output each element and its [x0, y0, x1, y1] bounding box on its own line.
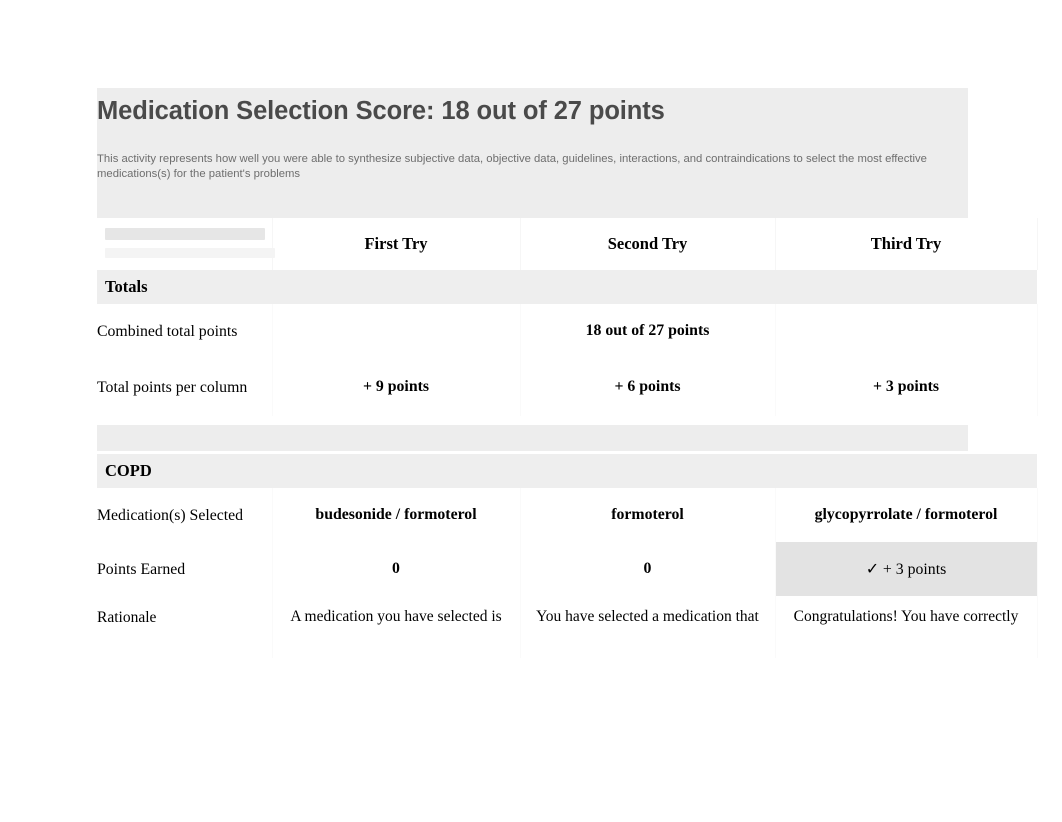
header-corner-cell: [97, 218, 275, 270]
row-label-total-points-per-column: Total points per column: [97, 378, 248, 396]
medication-selection-score-table: First Try Second Try Third Try Totals Co…: [97, 218, 1038, 658]
column-header-second-try: Second Try: [519, 218, 776, 270]
section-header-totals: Totals: [97, 270, 1037, 304]
activity-description: This activity represents how well you we…: [97, 153, 927, 180]
section-header-copd-label: COPD: [97, 454, 1037, 488]
cell-rationale-second-try: You have selected a medication that: [519, 596, 776, 658]
section-header-totals-label: Totals: [97, 270, 1037, 304]
cell-points-earned-second-try: 0: [519, 542, 776, 596]
table-row: Total points per column + 9 points + 6 p…: [97, 358, 1038, 416]
cell-combined-total-second-try: 18 out of 27 points: [519, 304, 776, 358]
placeholder-bar-icon: [105, 228, 265, 240]
section-spacer-row: [97, 416, 1037, 454]
rationale-text-third-try: Congratulations! You have correctly: [793, 608, 1019, 625]
cell-points-earned-third-try: ✓ + 3 points: [774, 542, 1038, 596]
cell-points-earned-first-try: 0: [271, 542, 521, 596]
spacer-band-graphic: [97, 425, 968, 451]
section-header-copd: COPD: [97, 454, 1037, 488]
page-title: Medication Selection Score: 18 out of 27…: [97, 97, 665, 125]
placeholder-bar-secondary-icon: [105, 248, 275, 258]
column-header-third-try: Third Try: [774, 218, 1038, 270]
cell-total-points-second-try: + 6 points: [519, 358, 776, 416]
table-row: Combined total points 18 out of 27 point…: [97, 304, 1038, 358]
column-header-first-try: First Try: [271, 218, 521, 270]
cell-rationale-first-try: A medication you have selected is: [271, 596, 521, 658]
table-row: Rationale A medication you have selected…: [97, 596, 1038, 658]
row-label-medications-selected: Medication(s) Selected: [97, 506, 244, 524]
cell-total-points-first-try: + 9 points: [271, 358, 521, 416]
cell-medication-first-try: budesonide / formoterol: [271, 488, 521, 542]
table-header-row: First Try Second Try Third Try: [97, 218, 1038, 270]
score-report-page: Medication Selection Score: 18 out of 27…: [0, 0, 1062, 822]
cell-combined-total-third-try: [774, 304, 1038, 358]
score-header-panel: Medication Selection Score: 18 out of 27…: [97, 88, 968, 218]
cell-rationale-third-try: Congratulations! You have correctly: [774, 596, 1038, 658]
cell-total-points-third-try: + 3 points: [774, 358, 1038, 416]
row-label-points-earned: Points Earned: [97, 560, 186, 578]
row-label-combined-total-points: Combined total points: [97, 322, 238, 340]
row-label-rationale: Rationale: [97, 609, 157, 626]
table-row: Medication(s) Selected budesonide / form…: [97, 488, 1038, 542]
cell-medication-third-try: glycopyrrolate / formoterol: [774, 488, 1038, 542]
cell-medication-second-try: formoterol: [519, 488, 776, 542]
rationale-text-first-try: A medication you have selected is: [290, 608, 502, 625]
cell-combined-total-first-try: [271, 304, 521, 358]
table-row: Points Earned 0 0 ✓ + 3 points: [97, 542, 1038, 596]
section-spacer-band: [97, 416, 1037, 454]
rationale-text-second-try: You have selected a medication that: [536, 608, 759, 625]
